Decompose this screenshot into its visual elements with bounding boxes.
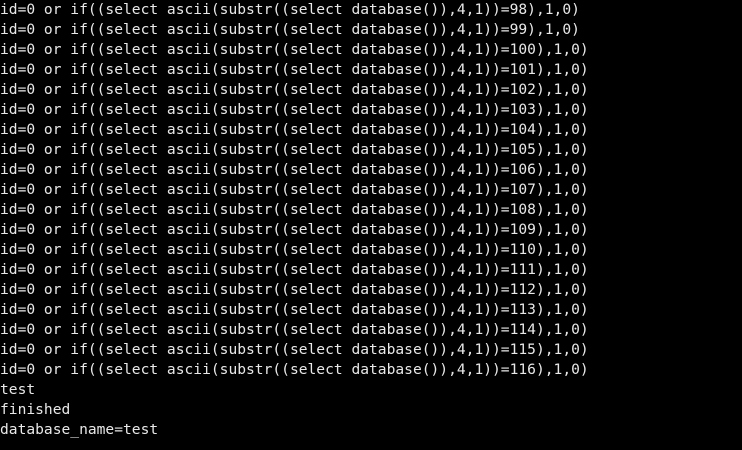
output-line: id=0 or if((select ascii(substr((select … xyxy=(0,1,580,18)
output-line: id=0 or if((select ascii(substr((select … xyxy=(0,261,589,278)
terminal-window[interactable]: id=0 or if((select ascii(substr((select … xyxy=(0,0,742,450)
output-line: id=0 or if((select ascii(substr((select … xyxy=(0,341,589,358)
output-line: id=0 or if((select ascii(substr((select … xyxy=(0,221,589,238)
output-line: id=0 or if((select ascii(substr((select … xyxy=(0,241,589,258)
output-line: id=0 or if((select ascii(substr((select … xyxy=(0,301,589,318)
output-line: id=0 or if((select ascii(substr((select … xyxy=(0,101,589,118)
terminal-output: id=0 or if((select ascii(substr((select … xyxy=(0,0,742,440)
output-line: id=0 or if((select ascii(substr((select … xyxy=(0,21,580,38)
output-line: finished xyxy=(0,401,71,418)
output-line: id=0 or if((select ascii(substr((select … xyxy=(0,41,589,58)
output-line: id=0 or if((select ascii(substr((select … xyxy=(0,141,589,158)
output-line: id=0 or if((select ascii(substr((select … xyxy=(0,361,589,378)
output-line: id=0 or if((select ascii(substr((select … xyxy=(0,181,589,198)
output-line: id=0 or if((select ascii(substr((select … xyxy=(0,201,589,218)
output-line: id=0 or if((select ascii(substr((select … xyxy=(0,61,589,78)
output-line: id=0 or if((select ascii(substr((select … xyxy=(0,321,589,338)
output-line: id=0 or if((select ascii(substr((select … xyxy=(0,281,589,298)
output-line: id=0 or if((select ascii(substr((select … xyxy=(0,161,589,178)
output-line: database_name=test xyxy=(0,421,159,438)
output-line: id=0 or if((select ascii(substr((select … xyxy=(0,81,589,98)
output-line: test xyxy=(0,381,36,398)
output-line: id=0 or if((select ascii(substr((select … xyxy=(0,121,589,138)
